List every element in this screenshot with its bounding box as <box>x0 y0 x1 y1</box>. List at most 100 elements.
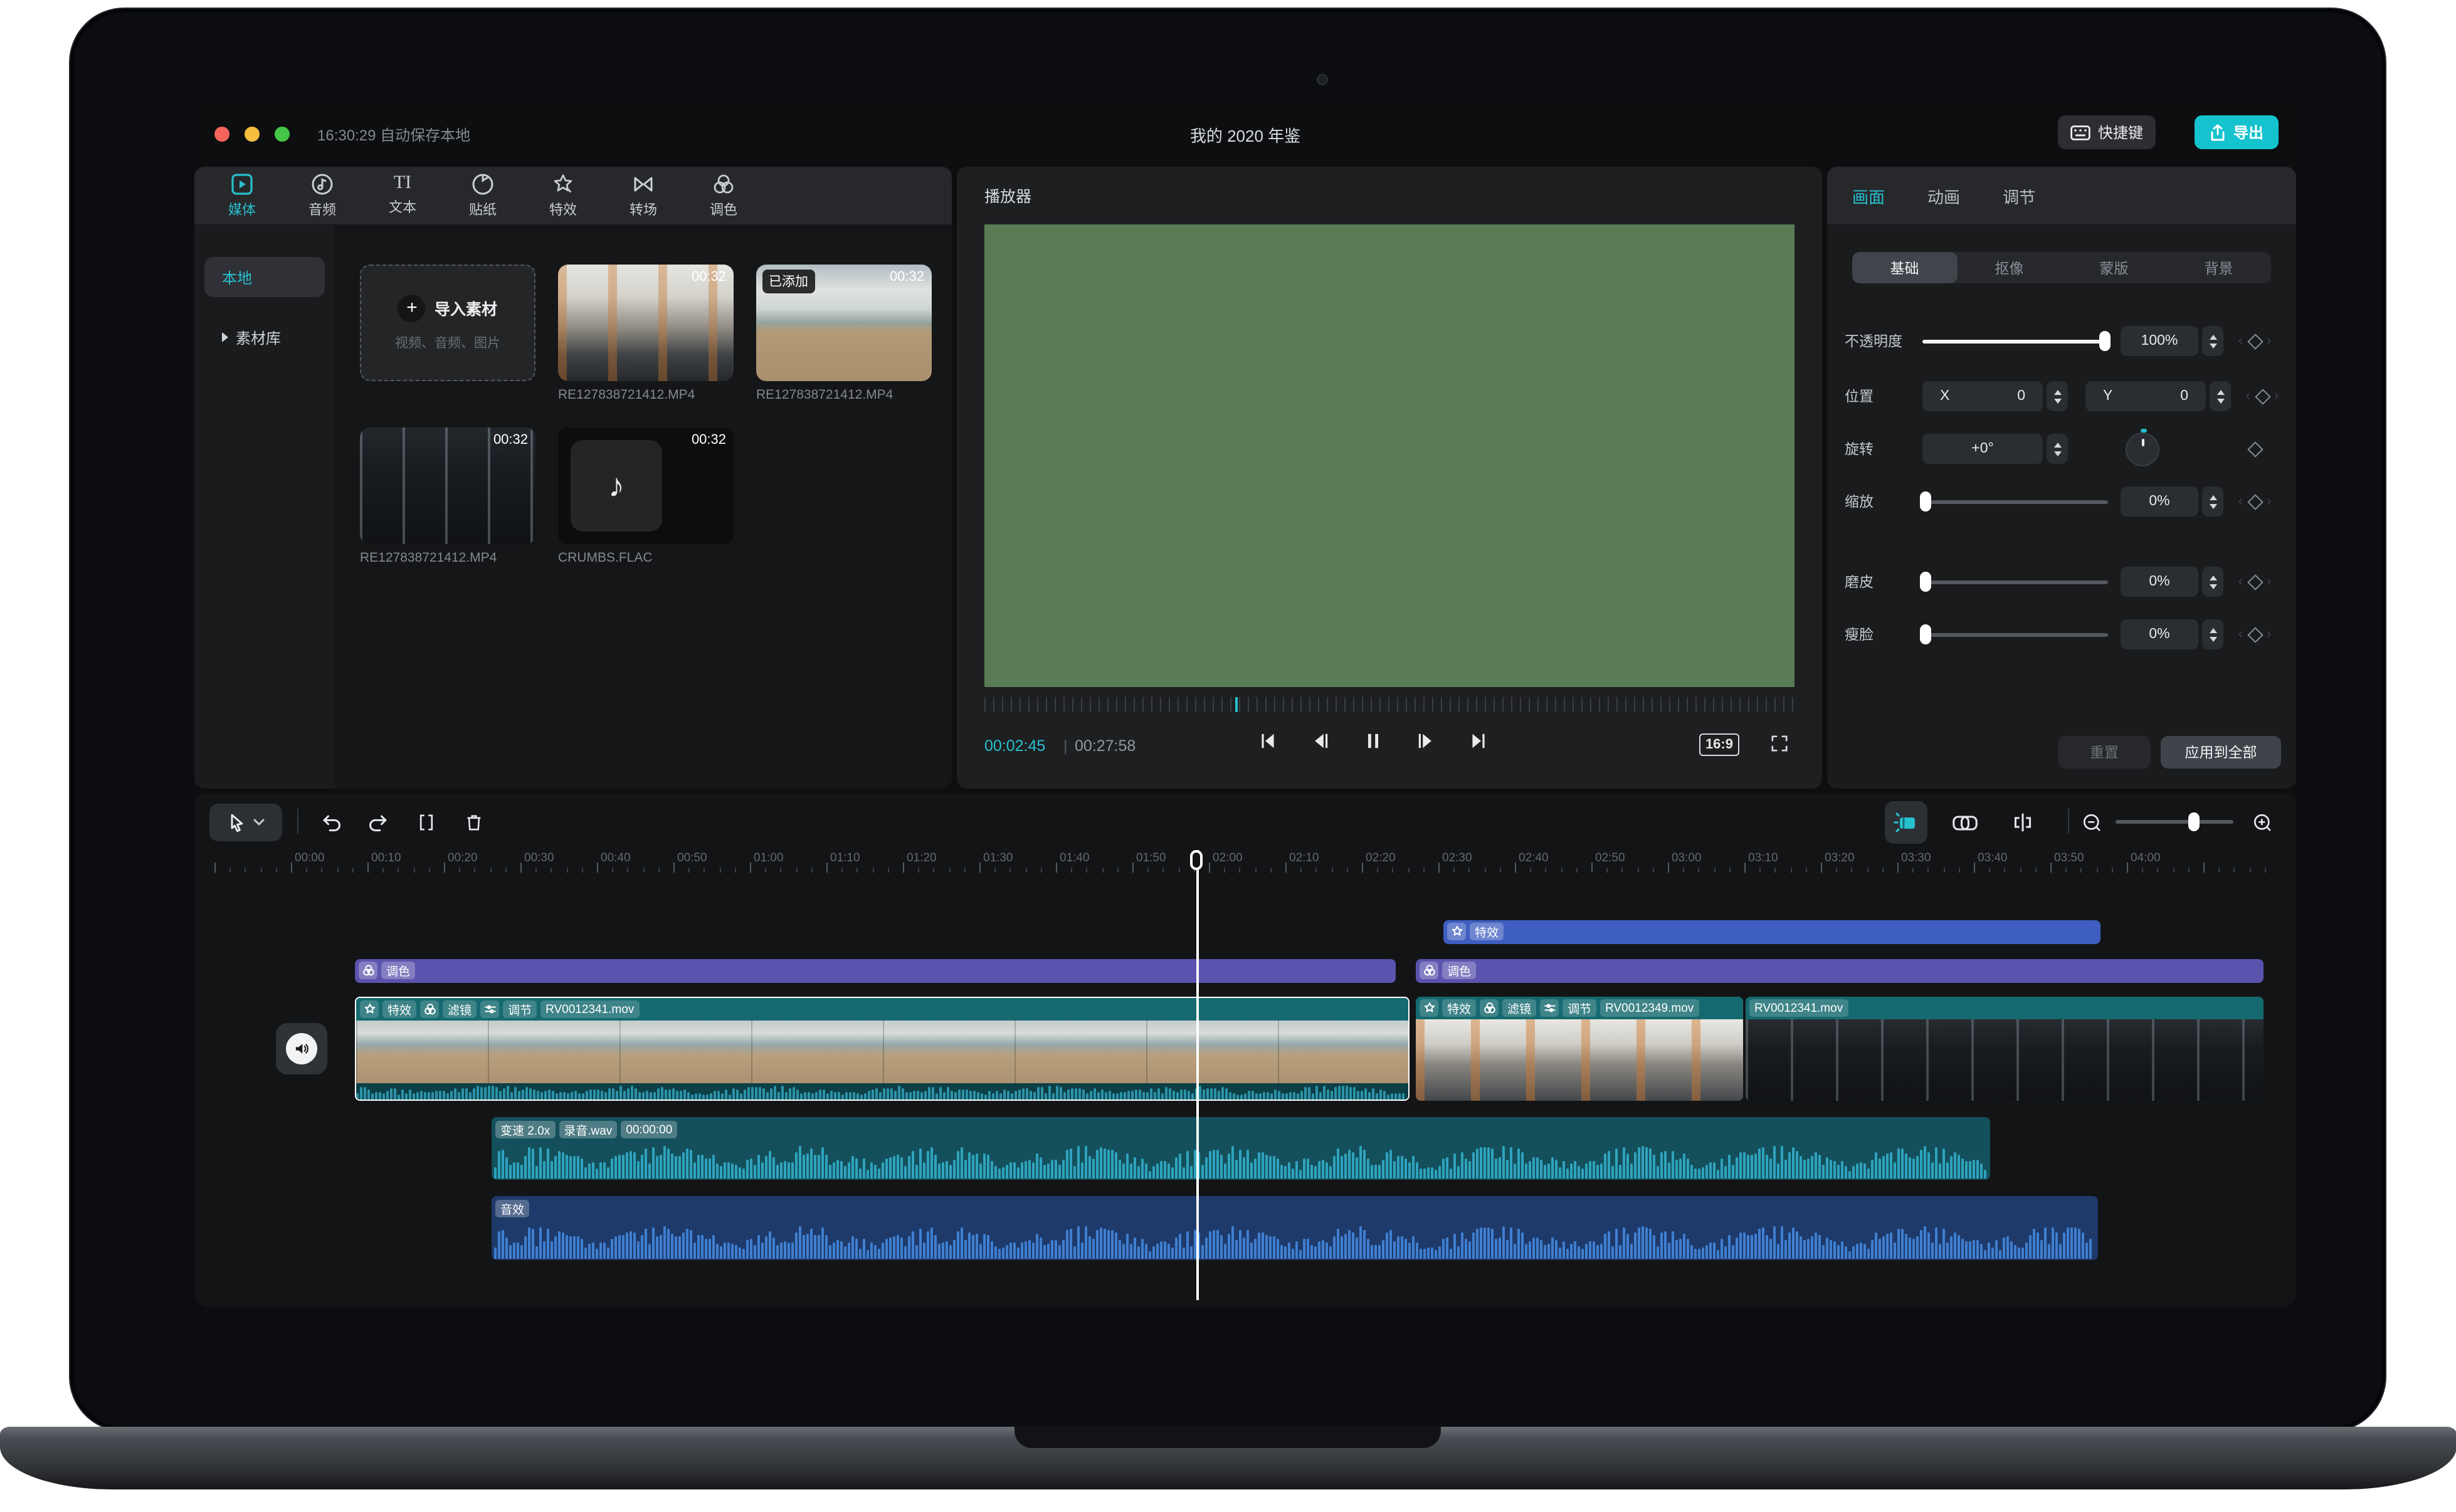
slider-handle[interactable] <box>2188 812 2200 831</box>
position-y-stepper[interactable] <box>2210 381 2231 411</box>
media-item-video-1[interactable]: 00:32 <box>558 265 734 381</box>
audio-clip-recording[interactable]: 变速 2.0x 录音.wav 00:00:00 <box>492 1117 1990 1180</box>
scale-slider[interactable] <box>1920 491 2108 512</box>
skip-start-button[interactable] <box>1258 731 1278 751</box>
timeline-zoom-slider[interactable] <box>2116 812 2233 831</box>
select-tool-button[interactable] <box>209 804 282 841</box>
position-y-field[interactable]: Y0 <box>2085 381 2206 411</box>
effect-track-clip[interactable]: 特效 <box>1443 920 2100 944</box>
timeline-ruler[interactable]: 00:00 00:10 00:20 00:30 00:40 00:50 01:00 01:10… <box>194 850 2296 875</box>
next-keyframe-icon[interactable]: › <box>2267 627 2271 642</box>
keyframe-diamond-icon[interactable] <box>2247 441 2263 457</box>
prev-keyframe-icon[interactable]: ‹ <box>2238 333 2243 349</box>
undo-button[interactable] <box>315 804 347 841</box>
media-tab-transitions[interactable]: 转场 <box>603 167 683 224</box>
zoom-in-button[interactable] <box>2246 804 2279 841</box>
opacity-stepper[interactable] <box>2202 326 2223 356</box>
rotation-knob[interactable] <box>2126 428 2159 466</box>
next-keyframe-icon[interactable]: › <box>2267 333 2271 349</box>
position-x-field[interactable]: X0 <box>1922 381 2043 411</box>
rotation-stepper[interactable] <box>2047 434 2068 464</box>
keyframe-diamond-icon[interactable] <box>2247 574 2263 590</box>
tab-adjust[interactable]: 调节 <box>2003 184 2035 207</box>
keyframe-diamond-icon[interactable] <box>2247 626 2263 643</box>
audio-clip-sfx[interactable]: 音效 <box>492 1196 2098 1260</box>
slim-face-slider[interactable] <box>1920 624 2108 644</box>
position-x-stepper[interactable] <box>2047 381 2068 411</box>
scale-stepper[interactable] <box>2202 486 2223 517</box>
video-clip-1-selected[interactable]: 特效 滤镜 调节 RV0012341.mov <box>355 997 1410 1101</box>
scale-row: 缩放 0% ‹ › <box>1845 485 2284 518</box>
media-tab-effects[interactable]: 特效 <box>523 167 603 224</box>
color-track-clip-2[interactable]: 调色 <box>1416 959 2264 983</box>
prev-keyframe-icon[interactable]: ‹ <box>2238 494 2243 509</box>
keyframe-diamond-icon[interactable] <box>2247 493 2263 510</box>
video-clip-3[interactable]: RV0012341.mov <box>1746 997 2264 1101</box>
prev-keyframe-icon[interactable]: ‹ <box>2238 574 2243 589</box>
current-timecode: 00:02:45 <box>984 737 1046 755</box>
keyframe-diamond-icon[interactable] <box>2247 333 2263 349</box>
shortcut-keys-button[interactable]: 快捷键 <box>2057 115 2156 149</box>
next-keyframe-icon[interactable]: › <box>2267 494 2271 509</box>
zoom-out-button[interactable] <box>2075 804 2108 841</box>
subtab-mask[interactable]: 蒙版 <box>2062 252 2166 283</box>
prev-keyframe-icon[interactable]: ‹ <box>2246 389 2250 404</box>
opacity-slider[interactable] <box>1922 331 2111 351</box>
keyframe-diamond-icon[interactable] <box>2254 388 2270 404</box>
aspect-ratio-button[interactable]: 16:9 <box>1699 733 1739 756</box>
playhead-handle[interactable] <box>1190 850 1203 870</box>
media-item-video-2[interactable]: 已添加 00:32 <box>756 265 932 381</box>
split-clip-button[interactable] <box>2005 804 2040 841</box>
rotation-value[interactable]: +0° <box>1922 434 2043 464</box>
tab-picture[interactable]: 画面 <box>1852 184 1885 207</box>
playhead[interactable] <box>1190 850 1203 1300</box>
subtab-background[interactable]: 背景 <box>2166 252 2271 283</box>
sidebar-item-library[interactable]: 素材库 <box>204 317 325 357</box>
main-track-magnet-button[interactable] <box>1885 801 1927 844</box>
media-tab-sticker[interactable]: 贴纸 <box>443 167 523 224</box>
tab-animation[interactable]: 动画 <box>1927 184 1960 207</box>
media-tab-color[interactable]: 调色 <box>683 167 764 224</box>
slim-face-stepper[interactable] <box>2202 619 2223 649</box>
import-media-card[interactable]: + 导入素材 视频、音频、图片 <box>360 265 535 381</box>
delete-button[interactable] <box>458 804 490 841</box>
link-button[interactable] <box>1947 804 1983 841</box>
video-clip-2[interactable]: 特效 滤镜 调节 RV0012349.mov <box>1416 997 1743 1101</box>
sidebar-item-local[interactable]: 本地 <box>204 257 325 297</box>
subtab-chroma[interactable]: 抠像 <box>1957 252 2062 283</box>
split-button[interactable] <box>410 804 443 841</box>
subtab-basic[interactable]: 基础 <box>1852 252 1957 283</box>
media-tab-text[interactable]: TI 文本 <box>362 167 443 224</box>
slim-face-value[interactable]: 0% <box>2121 619 2198 649</box>
reset-button[interactable]: 重置 <box>2058 736 2151 769</box>
slider-handle[interactable] <box>1920 572 1931 592</box>
media-item-video-3[interactable]: 00:32 <box>360 428 535 544</box>
ruler-tick <box>1897 863 1899 873</box>
prev-keyframe-icon[interactable]: ‹ <box>2238 627 2243 642</box>
prev-frame-button[interactable] <box>1310 731 1331 751</box>
next-keyframe-icon[interactable]: › <box>2274 389 2279 404</box>
preview-canvas[interactable] <box>984 224 1795 687</box>
fullscreen-button[interactable] <box>1769 733 1789 753</box>
slider-handle[interactable] <box>1920 624 1931 644</box>
export-button[interactable]: 导出 <box>2194 115 2279 149</box>
redo-button[interactable] <box>362 804 395 841</box>
media-tab-audio[interactable]: 音频 <box>282 167 362 224</box>
media-item-audio[interactable]: ♪ 00:32 <box>558 428 734 544</box>
next-keyframe-icon[interactable]: › <box>2267 574 2271 589</box>
opacity-value[interactable]: 100% <box>2121 326 2198 356</box>
smooth-skin-stepper[interactable] <box>2202 567 2223 597</box>
apply-to-all-button[interactable]: 应用到全部 <box>2161 736 2281 769</box>
pause-button[interactable] <box>1363 731 1383 751</box>
media-tab-media[interactable]: 媒体 <box>202 167 282 224</box>
smooth-skin-slider[interactable] <box>1920 572 2108 592</box>
next-frame-button[interactable] <box>1416 731 1436 751</box>
color-track-clip-1[interactable]: 调色 <box>355 959 1396 983</box>
scale-value[interactable]: 0% <box>2121 486 2198 517</box>
slider-handle[interactable] <box>2099 331 2111 351</box>
smooth-skin-value[interactable]: 0% <box>2121 567 2198 597</box>
skip-end-button[interactable] <box>1468 731 1489 751</box>
slider-handle[interactable] <box>1920 491 1931 512</box>
player-scrubber[interactable] <box>984 697 1795 712</box>
track-mute-button[interactable] <box>276 1023 327 1074</box>
